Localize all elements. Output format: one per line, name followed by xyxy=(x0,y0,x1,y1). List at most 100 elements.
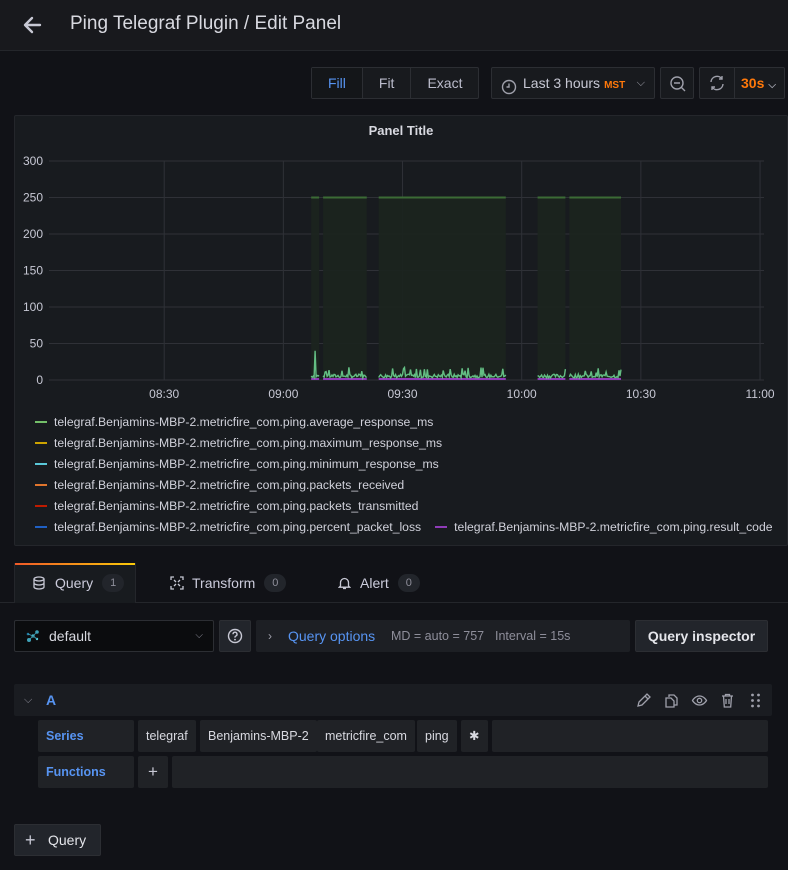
graph-legend: telegraf.Benjamins-MBP-2.metricfire_com.… xyxy=(35,411,787,537)
refresh-picker: 30s ⌵ xyxy=(699,67,785,99)
timezone-label: MST xyxy=(604,80,626,91)
tab-query-label: Query xyxy=(55,575,94,591)
trash-icon[interactable] xyxy=(719,692,736,709)
x-tick-label: 09:00 xyxy=(268,387,298,401)
eye-icon[interactable] xyxy=(691,692,708,709)
tab-transform-label: Transform xyxy=(192,575,256,591)
series-segment[interactable]: Benjamins-MBP-2 xyxy=(200,720,317,752)
y-tick-label: 150 xyxy=(23,264,43,278)
functions-filler xyxy=(172,756,768,788)
legend-label: telegraf.Benjamins-MBP-2.metricfire_com.… xyxy=(54,456,439,471)
graphite-logo-icon xyxy=(25,628,41,649)
refresh-interval-value: 30s xyxy=(741,75,765,91)
legend-item[interactable]: telegraf.Benjamins-MBP-2.metricfire_com.… xyxy=(435,516,773,537)
y-tick-label: 300 xyxy=(23,154,43,168)
database-icon xyxy=(33,576,45,590)
x-tick-label: 10:30 xyxy=(626,387,656,401)
series-wildcard-segment[interactable]: ✱ xyxy=(461,720,488,752)
legend-item[interactable]: telegraf.Benjamins-MBP-2.metricfire_com.… xyxy=(35,432,442,453)
y-tick-label: 200 xyxy=(23,227,43,241)
legend-item[interactable]: telegraf.Benjamins-MBP-2.metricfire_com.… xyxy=(35,495,418,516)
legend-row: telegraf.Benjamins-MBP-2.metricfire_com.… xyxy=(35,432,787,453)
legend-item[interactable]: telegraf.Benjamins-MBP-2.metricfire_com.… xyxy=(35,453,439,474)
add-query-label: Query xyxy=(48,832,87,848)
time-range-label: Last 3 hours xyxy=(523,75,601,91)
display-mode-group: Fill Fit Exact xyxy=(311,67,480,99)
series-segment[interactable]: ping xyxy=(417,720,457,752)
legend-label: telegraf.Benjamins-MBP-2.metricfire_com.… xyxy=(54,477,405,492)
query-options-label: Query options xyxy=(288,628,376,644)
x-tick-label: 10:00 xyxy=(507,387,537,401)
query-inspector-button[interactable]: Query inspector xyxy=(635,620,768,652)
fill-band xyxy=(378,197,506,380)
datasource-name: default xyxy=(49,628,92,644)
chevron-down-icon: ⌵ xyxy=(195,630,203,641)
query-options-toggle[interactable]: › Query options MD = auto = 757 Interval… xyxy=(256,620,630,652)
legend-row: telegraf.Benjamins-MBP-2.metricfire_com.… xyxy=(35,474,787,495)
series-filler xyxy=(492,720,768,752)
zoom-out-button[interactable] xyxy=(660,67,694,99)
graph-chart[interactable]: 0 50 100 150 200 250 300 08:30 09:00 09:30 10:00 10… xyxy=(15,116,788,406)
add-function-button[interactable]: + xyxy=(138,756,168,788)
datasource-picker[interactable]: default ⌵ xyxy=(14,620,214,652)
y-tick-label: 250 xyxy=(23,191,43,205)
tab-alert[interactable]: Alert 0 xyxy=(338,563,420,603)
sync-icon xyxy=(708,74,726,97)
legend-swatch xyxy=(35,420,47,423)
tab-transform[interactable]: Transform 0 xyxy=(170,563,287,603)
tab-alert-label: Alert xyxy=(360,575,389,591)
legend-swatch xyxy=(435,525,448,528)
refresh-button[interactable] xyxy=(700,68,735,98)
y-tick-label: 100 xyxy=(23,300,43,314)
exact-button[interactable]: Exact xyxy=(411,68,478,98)
legend-row: telegraf.Benjamins-MBP-2.metricfire_com.… xyxy=(35,453,787,474)
legend-row: telegraf.Benjamins-MBP-2.metricfire_com.… xyxy=(35,411,787,432)
chevron-down-icon: ⌵ xyxy=(636,77,645,89)
datasource-help-button[interactable] xyxy=(219,620,251,652)
legend-label: telegraf.Benjamins-MBP-2.metricfire_com.… xyxy=(54,414,434,429)
query-row-header: ⌵ A xyxy=(14,684,772,716)
series-segment[interactable]: metricfire_com xyxy=(317,720,415,752)
tab-transform-count: 0 xyxy=(264,574,287,592)
legend-item[interactable]: telegraf.Benjamins-MBP-2.metricfire_com.… xyxy=(35,516,421,537)
x-tick-label: 09:30 xyxy=(388,387,418,401)
series-segment[interactable]: telegraf xyxy=(138,720,196,752)
query-ref-id[interactable]: A xyxy=(46,684,56,716)
pencil-icon[interactable] xyxy=(635,692,652,709)
top-navbar: Ping Telegraf Plugin / Edit Panel xyxy=(0,0,788,51)
fill-band xyxy=(537,197,566,380)
tab-query[interactable]: Query 1 xyxy=(14,563,136,603)
refresh-interval-dropdown[interactable]: 30s ⌵ xyxy=(736,68,784,101)
legend-swatch xyxy=(35,504,47,507)
tab-alert-count: 0 xyxy=(397,574,420,592)
max-data-points: MD = auto = 757 xyxy=(391,629,485,643)
query-editor: default ⌵ › Query options MD = auto = 75… xyxy=(0,604,788,870)
chevron-down-icon: ⌵ xyxy=(768,80,776,91)
legend-swatch xyxy=(35,462,47,465)
tab-query-count: 1 xyxy=(102,574,125,592)
question-circle-icon xyxy=(227,628,243,649)
arrow-left-icon[interactable] xyxy=(20,12,46,38)
fill-button[interactable]: Fill xyxy=(312,68,363,98)
y-tick-label: 50 xyxy=(30,337,44,351)
add-query-button[interactable]: + Query xyxy=(14,824,101,856)
legend-label: telegraf.Benjamins-MBP-2.metricfire_com.… xyxy=(54,498,419,513)
legend-swatch xyxy=(35,525,47,528)
collapse-chevron-icon[interactable]: ⌵ xyxy=(24,684,32,716)
time-range-picker[interactable]: Last 3 hours MST ⌵ xyxy=(491,67,655,99)
zoom-out-icon xyxy=(669,75,687,98)
legend-label: telegraf.Benjamins-MBP-2.metricfire_com.… xyxy=(54,519,422,534)
drag-handle-icon[interactable] xyxy=(747,692,764,709)
x-tick-label: 08:30 xyxy=(149,387,179,401)
clock-icon xyxy=(501,75,517,105)
copy-icon[interactable] xyxy=(663,692,680,709)
legend-row: telegraf.Benjamins-MBP-2.metricfire_com.… xyxy=(35,495,787,516)
functions-label: Functions xyxy=(38,756,134,788)
legend-item[interactable]: telegraf.Benjamins-MBP-2.metricfire_com.… xyxy=(35,411,433,432)
fill-band xyxy=(569,197,621,380)
legend-item[interactable]: telegraf.Benjamins-MBP-2.metricfire_com.… xyxy=(35,474,404,495)
legend-label: telegraf.Benjamins-MBP-2.metricfire_com.… xyxy=(454,519,773,534)
transform-icon xyxy=(170,576,184,590)
interval-value: Interval = 15s xyxy=(495,629,571,643)
fit-button[interactable]: Fit xyxy=(363,68,412,98)
